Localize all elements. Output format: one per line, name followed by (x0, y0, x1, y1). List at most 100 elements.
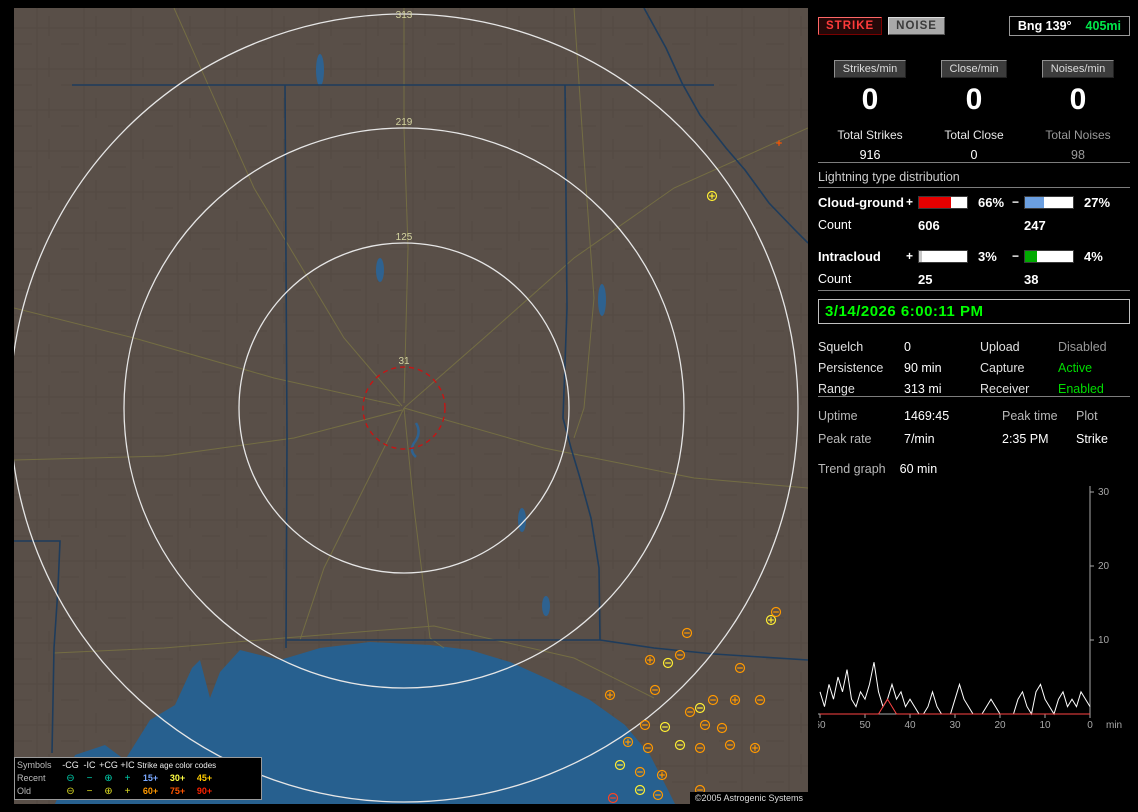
range-ring-label: 125 (396, 232, 413, 243)
close-per-min-column: Close/min 0 Total Close 0 (922, 60, 1026, 162)
indicator-row: STRIKE NOISE Bng 139° 405mi (818, 16, 1130, 36)
legend-col--cg: -CG (62, 760, 79, 770)
cg-minus-old-icon: ⊖ (66, 786, 75, 797)
total-noises-label: Total Noises (1045, 128, 1111, 142)
ic-plus-bar (918, 249, 968, 263)
legend-old-label: Old (17, 786, 32, 796)
capture-status: Active (1058, 361, 1093, 375)
svg-text:min: min (1106, 720, 1122, 731)
receiver-label: Receiver (980, 382, 1030, 396)
ic-count-label: Count (818, 272, 852, 286)
noises-per-min-column: Noises/min 0 Total Noises 98 (1026, 60, 1130, 162)
upload-label: Upload (980, 340, 1020, 354)
ic-plus-old-icon: + (124, 786, 131, 797)
plus-sign: + (906, 249, 914, 263)
svg-text:30: 30 (949, 720, 961, 731)
svg-text:60: 60 (818, 720, 826, 731)
bearing-distance: 405mi (1085, 19, 1121, 33)
separator (818, 162, 1130, 163)
map-legend: Symbols -CG -IC +CG +IC Strike age color… (14, 757, 262, 800)
map-canvas: 313 219 125 31 (14, 8, 808, 804)
cg-minus-bar (1024, 195, 1074, 209)
uptime-label: Uptime (818, 409, 858, 423)
svg-text:0: 0 (1087, 720, 1093, 731)
cg-plus-old-icon: ⊕ (104, 786, 113, 797)
age-90: 90+ (196, 786, 213, 796)
stats-grid: Uptime 1469:45 Peak time Plot Peak rate … (818, 409, 1130, 446)
uptime-value: 1469:45 (904, 409, 950, 423)
persistence-label: Persistence (818, 361, 884, 375)
separator (818, 396, 1130, 397)
ic-minus-old-icon: − (86, 786, 93, 797)
peak-rate-value: 7/min (904, 432, 935, 446)
cg-plus-bar (918, 195, 968, 209)
capture-label: Capture (980, 361, 1025, 375)
total-close-value: 0 (970, 148, 978, 162)
legend-col-pic: +IC (120, 760, 135, 770)
cloud-ground-row: Cloud-ground + 66% − 27% (818, 190, 1130, 214)
legend-recent-label: Recent (17, 773, 46, 783)
ic-plus-pct: 3% (978, 248, 997, 264)
cg-plus-count: 606 (918, 217, 940, 233)
cg-plus-icon: ⊕ (104, 773, 113, 784)
strikes-per-min-button[interactable]: Strikes/min (833, 60, 907, 78)
rate-counters: Strikes/min 0 Total Strikes 916 Close/mi… (818, 60, 1130, 162)
close-per-min-button[interactable]: Close/min (940, 60, 1008, 78)
trend-graph: 10 20 30 60 50 40 30 20 10 0 min (818, 486, 1122, 731)
plot-value: Strike (1076, 432, 1108, 446)
intracloud-count-row: Count 25 38 (818, 268, 1130, 290)
svg-text:50: 50 (859, 720, 871, 731)
receiver-status: Enabled (1058, 382, 1104, 396)
svg-text:20: 20 (1098, 561, 1110, 572)
upload-status: Disabled (1058, 340, 1107, 354)
bearing-display: Bng 139° 405mi (1008, 16, 1130, 36)
cg-minus-pct: 27% (1084, 194, 1111, 210)
cg-minus-count: 247 (1024, 217, 1046, 233)
ic-plus-icon: + (124, 773, 131, 784)
range-ring-label: 31 (398, 356, 410, 367)
separator (818, 290, 1130, 291)
total-noises-value: 98 (1071, 148, 1085, 162)
settings-grid: Squelch 0 Upload Disabled Persistence 90… (818, 340, 1130, 396)
minus-sign: − (1012, 195, 1020, 209)
ic-minus-count: 38 (1024, 271, 1039, 287)
ic-minus-pct: 4% (1084, 248, 1103, 264)
ic-minus-bar (1024, 249, 1074, 263)
peak-time-value: 2:35 PM (1002, 432, 1049, 446)
strikes-per-min-value: 0 (861, 83, 879, 116)
age-45: 45+ (196, 773, 213, 783)
copyright-notice: ©2005 Astrogenic Systems (689, 792, 808, 804)
plus-sign: + (906, 195, 914, 209)
legend-recent-row: Recent ⊖ − ⊕ + 15+ 30+ 45+ (17, 772, 259, 785)
strike-indicator[interactable]: STRIKE (818, 17, 883, 35)
ic-plus-count: 25 (918, 271, 933, 287)
cg-count-label: Count (818, 218, 852, 232)
noises-per-min-button[interactable]: Noises/min (1041, 60, 1115, 78)
cloud-ground-label: Cloud-ground (818, 194, 904, 210)
close-per-min-value: 0 (965, 83, 983, 116)
cloud-ground-count-row: Count 606 247 (818, 214, 1130, 236)
status-panel: STRIKE NOISE Bng 139° 405mi Strikes/min … (816, 8, 1132, 804)
ic-minus-icon: − (86, 773, 93, 784)
cg-minus-icon: ⊖ (66, 773, 75, 784)
squelch-label: Squelch (818, 340, 864, 354)
svg-text:30: 30 (1098, 487, 1110, 498)
intracloud-row: Intracloud + 3% − 4% (818, 244, 1130, 268)
age-60: 60+ (142, 786, 159, 796)
cg-plus-pct: 66% (978, 194, 1005, 210)
distribution-title: Lightning type distribution (818, 170, 1130, 188)
lightning-map[interactable]: 313 219 125 31 Symbols -CG -IC +CG +IC Stri… (14, 8, 808, 804)
range-ring-label: 313 (396, 10, 413, 21)
squelch-value: 0 (904, 340, 911, 354)
plot-label: Plot (1076, 409, 1098, 423)
range-label: Range (818, 382, 855, 396)
current-timestamp: 3/14/2026 6:00:11 PM (818, 299, 1130, 324)
legend-old-row: Old ⊖ − ⊕ + 60+ 75+ 90+ (17, 785, 259, 798)
svg-text:20: 20 (994, 720, 1006, 731)
peak-rate-label: Peak rate (818, 432, 872, 446)
trend-graph-header: Trend graph 60 min (818, 462, 1130, 476)
noise-indicator[interactable]: NOISE (888, 17, 945, 35)
legend-col--ic: -IC (83, 760, 96, 770)
app-window: 313 219 125 31 Symbols -CG -IC +CG +IC Stri… (0, 0, 1138, 812)
trend-graph-window: 60 min (899, 462, 938, 476)
